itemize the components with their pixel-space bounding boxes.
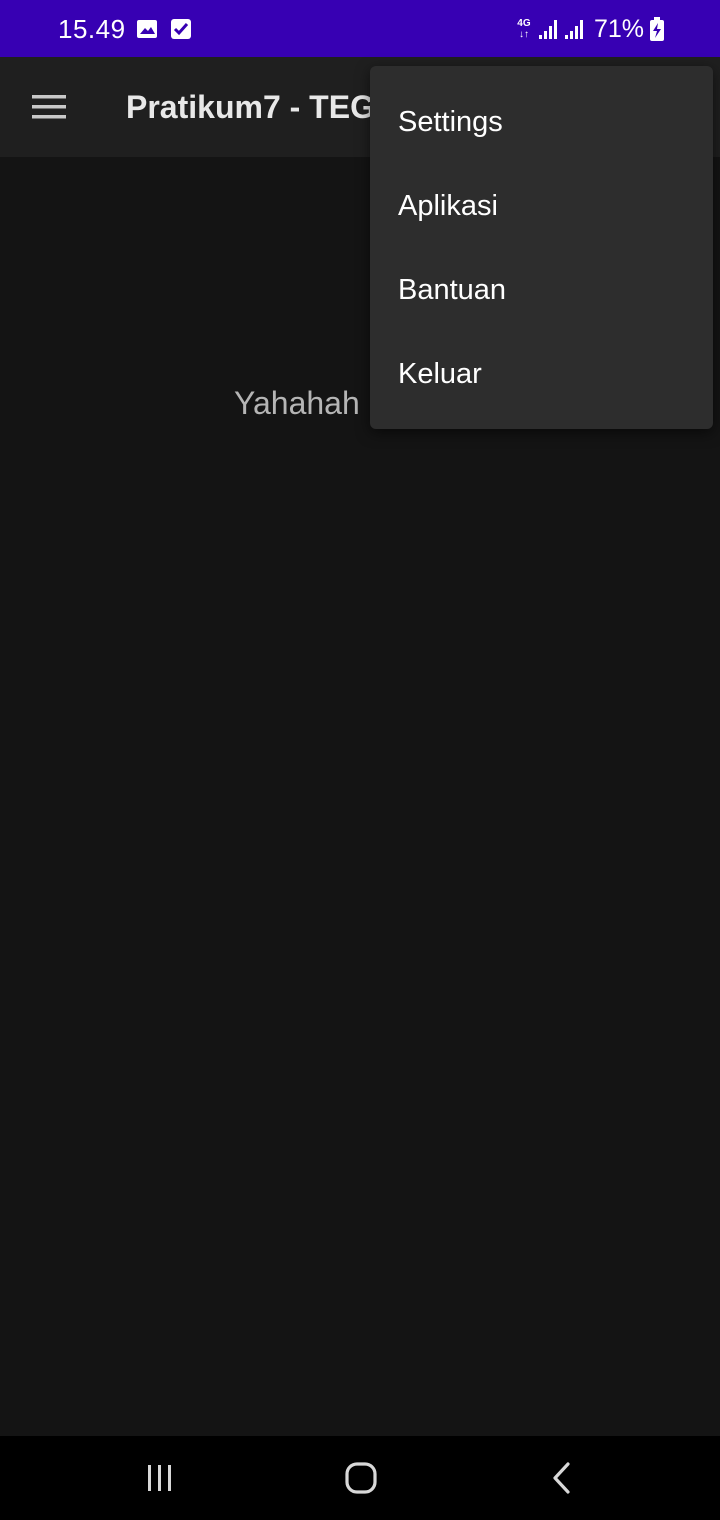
network-type-indicator: 4G ↓↑ <box>516 18 532 40</box>
main-text: Yahahah <box>234 385 360 421</box>
status-system-icons: 4G ↓↑ 71% <box>516 14 664 44</box>
battery-percent: 71% <box>593 15 644 43</box>
back-icon <box>553 1462 570 1494</box>
home-icon <box>345 1462 377 1494</box>
network-type-label: 4G <box>517 18 531 29</box>
checkbox-icon <box>171 19 191 39</box>
signal-icon <box>538 20 557 39</box>
menu-item-settings[interactable]: Settings <box>370 80 713 164</box>
overflow-menu: Settings Aplikasi Bantuan Keluar <box>370 66 713 429</box>
home-button[interactable] <box>337 1454 385 1502</box>
status-bar: 15.49 4G ↓↑ 71% <box>0 0 720 57</box>
status-time: 15.49 <box>58 14 126 44</box>
back-button[interactable] <box>538 1454 586 1502</box>
menu-item-bantuan[interactable]: Bantuan <box>370 248 713 332</box>
hamburger-menu-icon <box>32 95 66 119</box>
menu-item-aplikasi[interactable]: Aplikasi <box>370 164 713 248</box>
navigation-drawer-button[interactable] <box>20 82 78 132</box>
battery-charging-icon <box>650 17 664 41</box>
signal-icon <box>564 20 583 39</box>
status-notification-icons <box>136 18 192 40</box>
phone-screen: 15.49 4G ↓↑ 71% Pratikum7 - TEG Yahahah … <box>0 0 720 1520</box>
gallery-icon <box>137 20 157 38</box>
menu-item-keluar[interactable]: Keluar <box>370 332 713 416</box>
recent-apps-icon <box>148 1465 171 1491</box>
system-navigation-bar <box>0 1436 720 1520</box>
network-activity-arrows: ↓↑ <box>518 29 529 40</box>
app-title: Pratikum7 - TEG <box>126 89 375 125</box>
recent-apps-button[interactable] <box>136 1454 184 1502</box>
